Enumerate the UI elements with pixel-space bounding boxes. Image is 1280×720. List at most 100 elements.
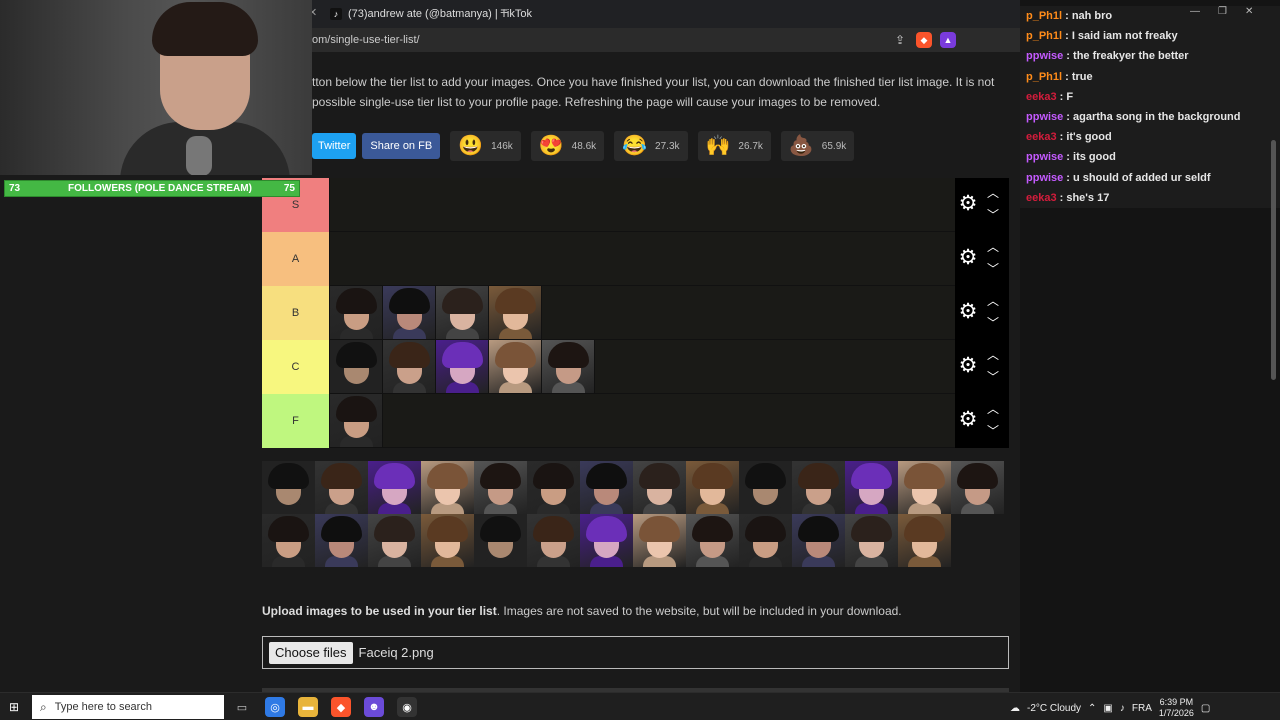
file-explorer-icon[interactable]: ▬ xyxy=(298,697,318,717)
notification-icon[interactable]: ▢ xyxy=(1201,703,1210,714)
tier-image[interactable] xyxy=(330,340,383,393)
weather-text[interactable]: -2°C Cloudy xyxy=(1027,703,1081,714)
copilot-icon[interactable]: ◎ xyxy=(265,697,285,717)
twitter-share-button[interactable]: Twitter xyxy=(312,133,357,159)
brave-shield-icon[interactable]: ◆ xyxy=(916,32,932,48)
tier-image[interactable] xyxy=(527,461,580,514)
gear-icon[interactable]: ⚙ xyxy=(957,301,979,323)
tier-image[interactable] xyxy=(739,461,792,514)
task-view-icon[interactable]: ▭ xyxy=(232,697,252,717)
discord-icon[interactable]: ☻ xyxy=(364,697,384,717)
language-indicator[interactable]: FRA xyxy=(1132,703,1152,714)
brave-rewards-icon[interactable]: ▲ xyxy=(940,32,956,48)
tray-overflow-icon[interactable]: ⌃ xyxy=(1088,703,1096,714)
tier-image[interactable] xyxy=(792,461,845,514)
tier-image[interactable] xyxy=(315,461,368,514)
tier-dropzone[interactable] xyxy=(329,340,1009,393)
tier-label[interactable]: C xyxy=(262,340,329,394)
tier-image[interactable] xyxy=(383,286,436,339)
tier-image[interactable] xyxy=(368,514,421,567)
taskbar-search[interactable]: ⌕ Type here to search xyxy=(32,695,224,719)
tier-image[interactable] xyxy=(262,461,315,514)
chevron-down-icon[interactable]: ﹀ xyxy=(985,424,1001,438)
new-tab-icon[interactable]: + xyxy=(500,4,508,20)
share-icon[interactable]: ⇪ xyxy=(892,32,908,48)
tier-image[interactable] xyxy=(527,514,580,567)
tier-image[interactable] xyxy=(489,340,542,393)
choose-files-button[interactable]: Choose files xyxy=(269,641,353,664)
tier-image[interactable] xyxy=(845,514,898,567)
tier-image[interactable] xyxy=(686,514,739,567)
chevron-up-icon[interactable]: ︿ xyxy=(985,186,1001,200)
gear-icon[interactable]: ⚙ xyxy=(957,355,979,377)
clock[interactable]: 6:39 PM 1/7/2026 xyxy=(1159,697,1194,719)
reaction-button[interactable]: 😍 48.6k xyxy=(530,131,605,161)
chevron-up-icon[interactable]: ︿ xyxy=(985,294,1001,308)
volume-icon[interactable]: ♪ xyxy=(1120,703,1125,714)
tier-image[interactable] xyxy=(421,514,474,567)
tier-image[interactable] xyxy=(421,461,474,514)
network-icon[interactable]: ▣ xyxy=(1103,703,1112,714)
tier-image[interactable] xyxy=(580,461,633,514)
tier-image[interactable] xyxy=(383,340,436,393)
gear-icon[interactable]: ⚙ xyxy=(957,193,979,215)
tier-image[interactable] xyxy=(739,514,792,567)
tier-dropzone[interactable] xyxy=(329,394,1009,447)
file-input[interactable]: Choose files Faceiq 2.png xyxy=(262,636,1009,669)
obs-icon[interactable]: ◉ xyxy=(397,697,417,717)
gear-icon[interactable]: ⚙ xyxy=(957,409,979,431)
tier-dropzone[interactable] xyxy=(329,178,1009,231)
tier-image[interactable] xyxy=(262,514,315,567)
tier-image[interactable] xyxy=(951,461,1004,514)
tier-label[interactable]: A xyxy=(262,232,329,286)
tier-image[interactable] xyxy=(542,340,595,393)
tier-image[interactable] xyxy=(474,514,527,567)
tier-image[interactable] xyxy=(489,286,542,339)
url-text[interactable]: om/single-use-tier-list/ xyxy=(312,34,420,46)
tier-image[interactable] xyxy=(436,340,489,393)
chat-username[interactable]: eeka3 xyxy=(1026,192,1057,204)
chat-username[interactable]: p_Ph1l xyxy=(1026,71,1062,83)
chevron-down-icon[interactable]: ﹀ xyxy=(985,262,1001,276)
chat-username[interactable]: ppwise xyxy=(1026,172,1063,184)
chat-username[interactable]: eeka3 xyxy=(1026,131,1057,143)
tier-image[interactable] xyxy=(315,514,368,567)
tier-image[interactable] xyxy=(633,514,686,567)
tier-label[interactable]: F xyxy=(262,394,329,448)
tier-image[interactable] xyxy=(898,461,951,514)
tier-image[interactable] xyxy=(898,514,951,567)
chat-username[interactable]: ppwise xyxy=(1026,111,1063,123)
chevron-up-icon[interactable]: ︿ xyxy=(985,240,1001,254)
tier-image[interactable] xyxy=(474,461,527,514)
chat-username[interactable]: p_Ph1l xyxy=(1026,10,1062,22)
gear-icon[interactable]: ⚙ xyxy=(957,247,979,269)
tier-image[interactable] xyxy=(330,394,383,447)
tier-image[interactable] xyxy=(633,461,686,514)
chevron-up-icon[interactable]: ︿ xyxy=(985,348,1001,362)
tier-dropzone[interactable] xyxy=(329,232,1009,285)
reaction-button[interactable]: 💩 65.9k xyxy=(780,131,855,161)
chevron-down-icon[interactable]: ﹀ xyxy=(985,208,1001,222)
tier-image[interactable] xyxy=(792,514,845,567)
reaction-button[interactable]: 😂 27.3k xyxy=(614,131,688,161)
chat-username[interactable]: ppwise xyxy=(1026,151,1063,163)
tier-image[interactable] xyxy=(686,461,739,514)
chat-scrollbar[interactable] xyxy=(1271,140,1276,380)
restore-icon[interactable]: ❐ xyxy=(1218,6,1227,17)
chat-username[interactable]: p_Ph1l xyxy=(1026,30,1062,42)
chevron-down-icon[interactable]: ﹀ xyxy=(985,370,1001,384)
tier-label[interactable]: B xyxy=(262,286,329,340)
close-icon[interactable]: ✕ xyxy=(1245,6,1253,17)
tier-image[interactable] xyxy=(580,514,633,567)
chat-username[interactable]: ppwise xyxy=(1026,50,1063,62)
brave-icon[interactable]: ◆ xyxy=(331,697,351,717)
chevron-up-icon[interactable]: ︿ xyxy=(985,402,1001,416)
chevron-down-icon[interactable]: ﹀ xyxy=(985,316,1001,330)
tier-image[interactable] xyxy=(845,461,898,514)
facebook-share-button[interactable]: Share on FB xyxy=(362,133,441,159)
tier-dropzone[interactable] xyxy=(329,286,1009,339)
reaction-button[interactable]: 😃 146k xyxy=(450,131,521,161)
tier-image[interactable] xyxy=(368,461,421,514)
chat-username[interactable]: eeka3 xyxy=(1026,91,1057,103)
reaction-button[interactable]: 🙌 26.7k xyxy=(697,131,771,161)
